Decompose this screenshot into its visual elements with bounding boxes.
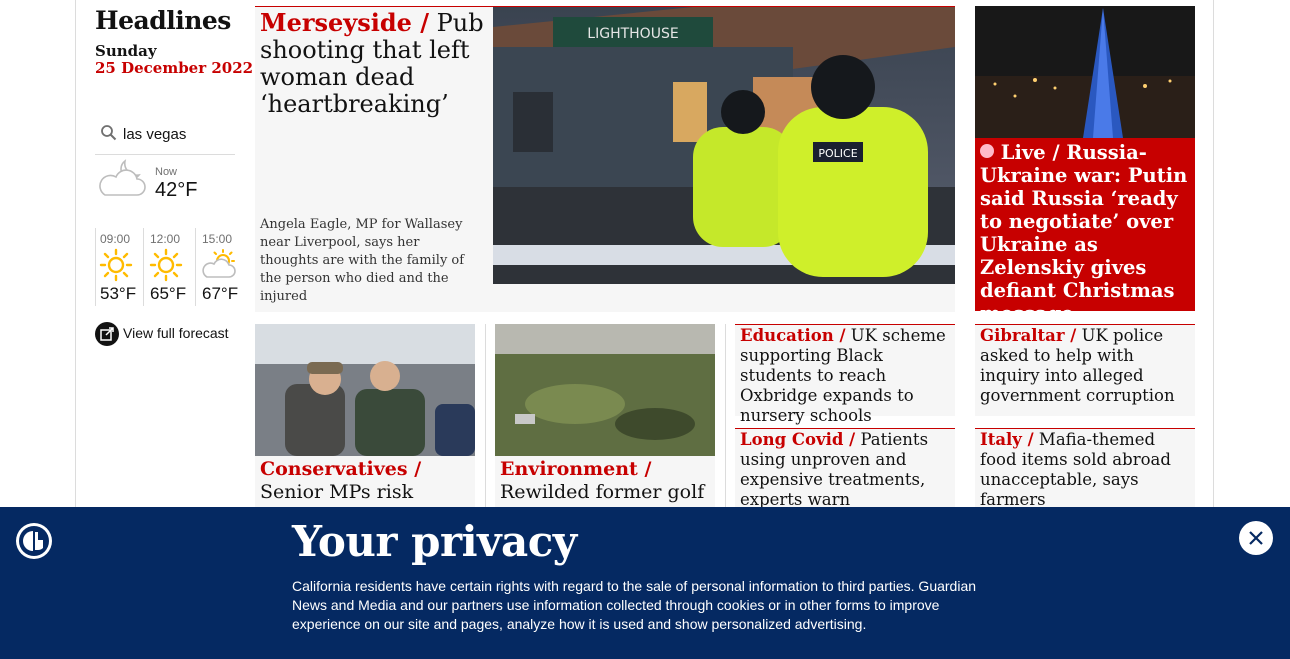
story-card-conservatives[interactable]: Conservatives / Senior MPs risk losing: [255, 324, 475, 526]
date-label: 25 December 2022: [95, 59, 254, 77]
environment-title: Rewilded former golf: [500, 481, 705, 503]
italy-kicker: Italy /: [980, 430, 1034, 449]
pub-police-photo[interactable]: LIGHTHOUSE POLICE: [493, 7, 955, 284]
forecast-temp: 67°F: [202, 284, 239, 303]
christmas-tree-photo[interactable]: [975, 6, 1195, 138]
live-dot-icon: [980, 144, 994, 158]
story-card-education[interactable]: Education / UK scheme supporting Black s…: [735, 324, 955, 425]
now-temp: 42°F: [155, 179, 198, 201]
guardian-logo-icon: [16, 523, 52, 559]
education-headline[interactable]: Education / UK scheme supporting Black s…: [740, 326, 952, 426]
gibraltar-kicker: Gibraltar /: [980, 326, 1077, 345]
sun-icon: [99, 248, 133, 282]
privacy-title: Your privacy: [292, 517, 577, 566]
current-weather: Now 42°F: [95, 155, 235, 225]
environment-kicker: Environment /: [500, 458, 652, 480]
now-label: Now: [155, 166, 178, 178]
sun-icon: [149, 248, 183, 282]
italy-headline[interactable]: Italy / Mafia-themed food items sold abr…: [980, 430, 1192, 510]
environment-headline[interactable]: Environment / Rewilded former golf: [500, 458, 712, 504]
conservatives-kicker: Conservatives /: [260, 458, 422, 480]
main-story-standfirst: Angela Eagle, MP for Wallasey near Liver…: [260, 217, 465, 304]
education-kicker: Education /: [740, 326, 846, 345]
forecast-hour: 12:00 65°F: [145, 228, 193, 306]
privacy-body: California residents have certain rights…: [292, 578, 977, 632]
long-covid-kicker: Long Covid /: [740, 430, 856, 449]
story-card-environment[interactable]: Environment / Rewilded former golf: [495, 324, 715, 524]
live-story-headline[interactable]: Live / Russia-Ukraine war: Putin said Ru…: [980, 141, 1192, 325]
weather-location[interactable]: las vegas: [95, 118, 235, 155]
forecast-time: 15:00: [202, 232, 233, 246]
live-title: Russia-Ukraine war: Putin said Russia ‘r…: [980, 141, 1188, 325]
hourly-forecast: 09:00 53°F 12:00 65°F 15:00 67°F: [95, 228, 240, 306]
forecast-time: 12:00: [150, 232, 181, 246]
forecast-hour: 15:00 67°F: [197, 228, 245, 306]
day-label: Sunday: [95, 42, 157, 60]
location-text: las vegas: [123, 126, 187, 143]
farage-photo[interactable]: [255, 324, 475, 456]
image-sign-text: LIGHTHOUSE: [587, 26, 678, 42]
close-icon: [1249, 531, 1263, 545]
full-forecast-label: View full forecast: [123, 325, 229, 341]
live-kicker: Live /: [1000, 141, 1060, 164]
image-police-text: POLICE: [818, 147, 857, 160]
forecast-temp: 53°F: [100, 284, 137, 303]
external-link-icon: [95, 322, 119, 346]
story-card-gibraltar[interactable]: Gibraltar / UK police asked to help with…: [975, 324, 1195, 416]
cloud-moon-icon: [99, 159, 146, 196]
main-story-headline[interactable]: Merseyside / Pub shooting that left woma…: [260, 9, 485, 118]
golf-course-photo[interactable]: [495, 324, 715, 456]
forecast-temp: 65°F: [150, 284, 187, 303]
close-banner-button[interactable]: [1239, 521, 1273, 555]
main-story-kicker: Merseyside /: [260, 8, 430, 37]
live-story-card[interactable]: Live / Russia-Ukraine war: Putin said Ru…: [975, 6, 1195, 325]
partly-cloudy-icon: [202, 249, 236, 278]
search-icon: [101, 125, 117, 141]
main-story-card[interactable]: Merseyside / Pub shooting that left woma…: [255, 6, 955, 312]
forecast-time: 09:00: [100, 232, 131, 246]
forecast-hour: 09:00 53°F: [95, 228, 143, 306]
section-title: Headlines: [95, 6, 231, 35]
gibraltar-headline[interactable]: Gibraltar / UK police asked to help with…: [980, 326, 1192, 406]
privacy-banner: Your privacy California residents have c…: [0, 507, 1290, 659]
long-covid-headline[interactable]: Long Covid / Patients using unproven and…: [740, 430, 952, 510]
